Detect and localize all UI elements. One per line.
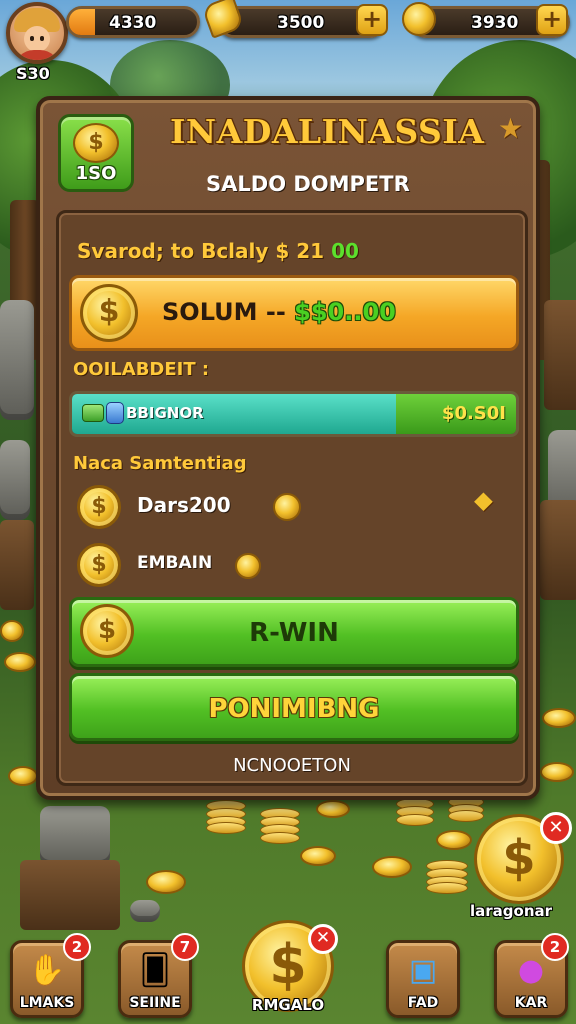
- sum-value: $$0..00: [294, 298, 396, 326]
- reward-label: EMBAIN: [137, 553, 213, 573]
- wallet-panel: $ 1SO INADALINASSIA ★ SALDO DOMPETR Svar…: [36, 96, 540, 800]
- balance-progress-bar: BBIGNOR $0.S0I: [69, 391, 519, 437]
- player-avatar[interactable]: [6, 2, 68, 64]
- balance-label: OOILABDEIT :: [73, 359, 210, 380]
- saved-balance-text: Svarod; to Bclaly $ 21: [77, 239, 325, 263]
- jar-icon: [106, 402, 124, 424]
- coin-icon: [235, 553, 261, 579]
- add-gold-button[interactable]: +: [536, 4, 568, 36]
- wallet-details: Svarod; to Bclaly $ 21 00 $ SOLUM -- $$0…: [56, 210, 528, 786]
- resource-value-gems: 3500: [277, 13, 325, 33]
- star-icon[interactable]: ★: [498, 112, 523, 145]
- player-level: S30: [16, 64, 50, 83]
- nav-label: KAR: [514, 995, 548, 1011]
- panel-subtitle: SALDO DOMPETR: [206, 172, 410, 196]
- resource-fill: [69, 9, 95, 35]
- balance-badge[interactable]: $ 1SO: [58, 114, 134, 192]
- sum-label: SOLUM --: [162, 298, 286, 326]
- coin-icon: [402, 2, 436, 36]
- panel-title: INADALINASSIA: [170, 112, 485, 151]
- corner-label: laragonar: [470, 902, 553, 920]
- saved-balance-cents: 00: [331, 239, 359, 263]
- coin-icon: $: [73, 123, 119, 163]
- primary-action-button[interactable]: PONIMIBNG: [69, 673, 519, 741]
- reward-row[interactable]: $ EMBAIN: [73, 539, 513, 589]
- sum-bar: $ SOLUM -- $$0..00: [69, 275, 519, 351]
- saved-balance-line: Svarod; to Bclaly $ 21 00: [77, 239, 359, 263]
- top-bar: S30 4330 3500 + 3930 +: [0, 0, 576, 90]
- close-icon[interactable]: ✕: [308, 924, 338, 954]
- progress-value: $0.S0I: [441, 403, 506, 424]
- resource-value-coins: 4330: [109, 13, 157, 33]
- badge-value: 1SO: [75, 163, 117, 184]
- notification-badge: 2: [63, 933, 91, 961]
- win-button[interactable]: $ R-WIN: [69, 597, 519, 667]
- resource-bar-coins: 4330: [66, 6, 200, 38]
- coin-icon: [273, 493, 301, 521]
- nav-button-fad[interactable]: ▣ FAD: [386, 940, 460, 1018]
- footer-link[interactable]: NCNOOETON: [59, 755, 525, 776]
- notification-badge: 2: [541, 933, 569, 961]
- coin-icon: $: [77, 485, 121, 529]
- coin-icon: $: [77, 543, 121, 587]
- add-gems-button[interactable]: +: [356, 4, 388, 36]
- section-label: Naca Samtentiag: [73, 453, 247, 474]
- cash-icon: [82, 404, 104, 422]
- close-icon[interactable]: ✕: [540, 812, 572, 844]
- progress-label: BBIGNOR: [126, 404, 204, 422]
- resource-value-gold: 3930: [471, 13, 519, 33]
- reward-label: Dars200: [137, 493, 231, 517]
- chevron-icon[interactable]: ⯁: [473, 489, 494, 520]
- coin-icon: $: [80, 284, 138, 342]
- primary-action-label: PONIMIBNG: [208, 694, 380, 724]
- chest-icon: ▣: [408, 953, 438, 988]
- win-button-label: R-WIN: [249, 618, 339, 648]
- nav-label-center: RMGALO: [251, 996, 325, 1014]
- notification-badge: 7: [171, 933, 199, 961]
- nav-label: FAD: [407, 995, 439, 1011]
- sum-text: SOLUM -- $$0..00: [162, 298, 396, 326]
- reward-row[interactable]: $ Dars200 ⯁: [73, 481, 513, 531]
- nav-button-kar[interactable]: ● KAR 2: [494, 933, 569, 1018]
